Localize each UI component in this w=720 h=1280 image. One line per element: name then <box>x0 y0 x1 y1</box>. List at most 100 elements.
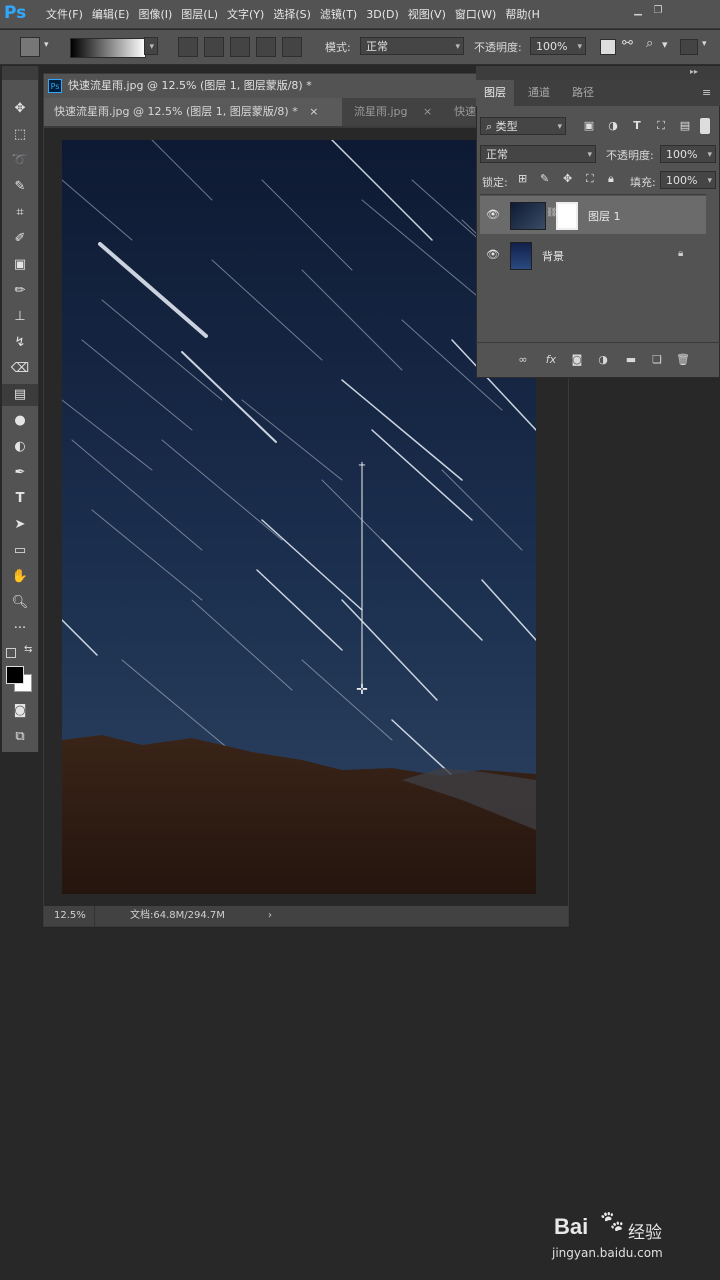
layer-opacity-input[interactable]: 100% ▾ <box>660 145 716 163</box>
menu-item-2[interactable]: 图像(I) <box>138 6 172 22</box>
foreground-color-swatch[interactable] <box>6 666 24 684</box>
delete-layer-icon[interactable]: 🗑︎ <box>674 351 692 369</box>
healing-brush-tool-icon[interactable]: ▣ <box>2 254 38 276</box>
menu-item-10[interactable]: 帮助(H <box>505 6 540 22</box>
tools-panel-grip[interactable] <box>2 66 38 80</box>
zoom-level[interactable]: 12.5% <box>54 906 86 926</box>
tab-active-document[interactable]: 快速流星雨.jpg @ 12.5% (图层 1, 图层蒙版/8) * × <box>44 98 342 126</box>
fill-input[interactable]: 100% ▾ <box>660 171 716 189</box>
tab-layers[interactable]: 图层 <box>476 80 514 106</box>
eyedropper-tool-icon[interactable]: ✐ <box>2 228 38 250</box>
document-title-bar[interactable]: Ps 快速流星雨.jpg @ 12.5% (图层 1, 图层蒙版/8) * <box>44 74 476 98</box>
gradient-tool-preset-icon[interactable] <box>20 37 40 57</box>
search-icon[interactable]: ⌕ <box>646 36 653 51</box>
add-mask-icon[interactable]: ◙ <box>568 351 586 369</box>
default-colors-icon[interactable] <box>6 648 16 658</box>
marquee-tool-icon[interactable]: ⬚ <box>2 124 38 146</box>
eye-icon[interactable]: 👁︎ <box>486 208 500 221</box>
layer-row-1[interactable]: 👁︎ ⛓ 图层 1 <box>480 196 706 234</box>
menu-item-9[interactable]: 窗口(W) <box>455 6 496 22</box>
preset-chevron-icon[interactable]: ▾ <box>44 40 49 50</box>
eye-icon[interactable]: 👁︎ <box>486 248 500 261</box>
more-tools-icon[interactable]: ··· <box>2 618 38 640</box>
crop-tool-icon[interactable]: ⌗ <box>2 202 38 224</box>
lock-all-icon[interactable]: 🔒︎ <box>608 172 614 186</box>
gradient-picker-button[interactable]: ▾ <box>144 37 158 55</box>
menu-item-8[interactable]: 视图(V) <box>408 6 446 22</box>
menu-item-5[interactable]: 选择(S) <box>273 6 311 22</box>
adjustment-layer-icon[interactable]: ◑ <box>594 351 612 369</box>
radial-gradient-icon[interactable] <box>204 37 224 57</box>
menu-item-1[interactable]: 编辑(E) <box>92 6 130 22</box>
status-menu-arrow-icon[interactable]: › <box>268 906 272 926</box>
layer-filter-select[interactable]: ⌕ 类型 ▾ <box>480 117 566 135</box>
workspace-chevron-icon[interactable]: ▾ <box>662 38 668 51</box>
lock-position-icon[interactable]: ✥ <box>563 172 572 185</box>
path-select-tool-icon[interactable]: ➤ <box>2 514 38 536</box>
workspace-arrow-icon[interactable]: ▾ <box>702 39 707 49</box>
close-icon[interactable]: × <box>309 105 318 118</box>
fx-icon[interactable]: fx <box>542 351 560 369</box>
layer-mask-thumbnail[interactable] <box>556 202 578 230</box>
blur-tool-icon[interactable]: ● <box>2 410 38 432</box>
linear-gradient-icon[interactable] <box>178 37 198 57</box>
filter-adjustment-icon[interactable]: ◑ <box>604 117 622 135</box>
rectangle-tool-icon[interactable]: ▭ <box>2 540 38 562</box>
blend-mode-select[interactable]: 正常 ▾ <box>480 145 596 163</box>
tab-paths[interactable]: 路径 <box>564 80 602 106</box>
tab-document-3[interactable]: 快速 <box>444 98 476 126</box>
screen-mode-icon[interactable]: ⧉ <box>2 726 38 748</box>
eraser-tool-icon[interactable]: ⌫ <box>2 358 38 380</box>
close-icon[interactable]: × <box>423 105 432 118</box>
new-layer-icon[interactable]: ❏ <box>648 351 666 369</box>
tab-channels[interactable]: 通道 <box>520 80 558 106</box>
diamond-gradient-icon[interactable] <box>282 37 302 57</box>
layer-row-2[interactable]: 👁︎ 背景 🔒︎ <box>480 236 706 274</box>
filter-smart-object-icon[interactable]: ▤ <box>676 117 694 135</box>
type-tool-icon[interactable]: T <box>2 488 38 510</box>
restore-icon[interactable]: ❐ <box>650 4 666 18</box>
lock-artboard-icon[interactable]: ⛶ <box>586 172 594 186</box>
quick-mask-icon[interactable]: ◙ <box>2 700 38 722</box>
move-tool-icon[interactable]: ✥ <box>2 98 38 120</box>
opacity-input[interactable]: 100% ▾ <box>530 37 586 55</box>
brush-tool-icon[interactable]: ✏ <box>2 280 38 302</box>
pen-tool-icon[interactable]: ✒ <box>2 462 38 484</box>
menu-item-3[interactable]: 图层(L) <box>181 6 218 22</box>
swap-colors-icon[interactable]: ⇆ <box>24 644 32 655</box>
workspace-icon[interactable] <box>680 39 698 55</box>
layers-panel-grip[interactable]: ▸▸ <box>476 66 720 80</box>
lasso-tool-icon[interactable]: ➰ <box>2 150 38 172</box>
menu-item-7[interactable]: 3D(D) <box>366 8 399 21</box>
hand-tool-icon[interactable]: ✋ <box>2 566 38 588</box>
layer-name[interactable]: 图层 1 <box>588 208 621 224</box>
filter-pixel-icon[interactable]: ▣ <box>580 117 598 135</box>
menu-item-4[interactable]: 文字(Y) <box>227 6 264 22</box>
reverse-checkbox[interactable] <box>600 39 616 55</box>
filter-shape-icon[interactable]: ⛶ <box>652 117 670 135</box>
menu-item-0[interactable]: 文件(F) <box>46 6 83 22</box>
gradient-tool-icon[interactable]: ▤ <box>2 384 38 406</box>
link-layers-icon[interactable]: ∞ <box>514 351 532 369</box>
new-group-icon[interactable]: ▬ <box>622 351 640 369</box>
angle-gradient-icon[interactable] <box>230 37 250 57</box>
history-brush-tool-icon[interactable]: ↯ <box>2 332 38 354</box>
quick-select-tool-icon[interactable]: ✎ <box>2 176 38 198</box>
lock-image-icon[interactable]: ✎ <box>540 172 549 185</box>
mode-select[interactable]: 正常 ▾ <box>360 37 464 55</box>
filter-toggle[interactable] <box>700 118 710 134</box>
collapse-panel-icon[interactable]: ▸▸ <box>690 67 698 76</box>
filter-type-icon[interactable]: T <box>628 117 646 135</box>
canvas-image[interactable]: + ✛ <box>62 140 536 894</box>
zoom-tool-icon[interactable]: 🔍︎ <box>2 592 38 614</box>
stamp-tool-icon[interactable]: ⊥ <box>2 306 38 328</box>
layer-name[interactable]: 背景 <box>542 248 564 264</box>
panel-menu-icon[interactable]: ≡ <box>702 86 711 99</box>
minimize-icon[interactable]: ▁ <box>630 4 646 18</box>
tab-document-2[interactable]: 流星雨.jpg × <box>344 98 444 126</box>
gradient-preview[interactable] <box>70 38 146 58</box>
dither-icon[interactable]: ⚯ <box>622 36 633 51</box>
menu-item-6[interactable]: 滤镜(T) <box>320 6 357 22</box>
dodge-tool-icon[interactable]: ◐ <box>2 436 38 458</box>
lock-transparent-icon[interactable]: ⊞ <box>518 172 527 185</box>
